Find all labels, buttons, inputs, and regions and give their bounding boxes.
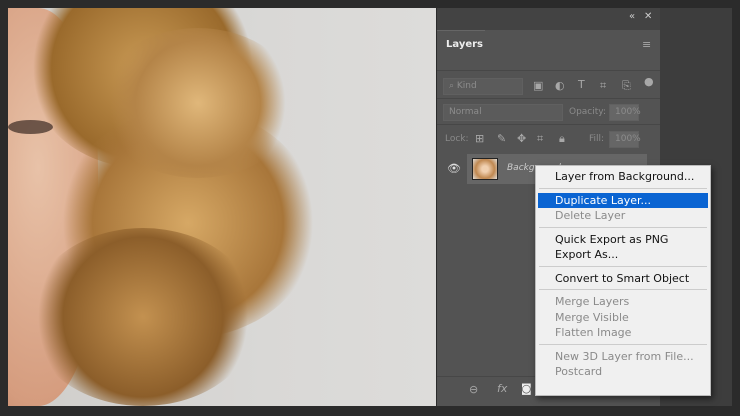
panel-menu-icon[interactable]: ≡	[642, 38, 651, 51]
panel-header: « ✕	[437, 8, 660, 30]
menu-separator	[539, 343, 707, 345]
visibility-eye-icon[interactable]: 👁︎	[447, 162, 461, 175]
menu-separator	[539, 226, 707, 228]
adjustment-filter-icon[interactable]: ◐	[555, 79, 565, 92]
lock-label: Lock:	[445, 134, 469, 144]
menu-item-delete-layer[interactable]: Delete Layer	[536, 208, 710, 224]
menu-item-merge-visible[interactable]: Merge Visible	[536, 310, 710, 326]
menu-item-export-as[interactable]: Export As...	[536, 247, 710, 263]
menu-item-merge-layers[interactable]: Merge Layers	[536, 294, 710, 310]
lock-paint-icon[interactable]: ✎	[497, 132, 506, 145]
add-mask-icon[interactable]: ◙	[521, 382, 532, 395]
lock-position-icon[interactable]: ✥	[517, 132, 526, 145]
collapse-icon[interactable]: «	[629, 11, 635, 22]
link-layers-icon[interactable]: ⊖	[469, 383, 478, 396]
menu-separator	[539, 265, 707, 267]
lock-artboard-icon[interactable]: ⌗	[537, 132, 543, 146]
kind-label: Kind	[456, 81, 477, 91]
canvas-photo	[8, 8, 436, 406]
layer-context-menu: Layer from Background... Duplicate Layer.…	[535, 165, 711, 396]
fill-label: Fill:	[589, 134, 605, 144]
menu-item-flatten-image[interactable]: Flatten Image	[536, 325, 710, 341]
image-filter-icon[interactable]: ▣	[533, 79, 543, 92]
menu-item-layer-from-background[interactable]: Layer from Background...	[536, 169, 710, 185]
close-icon[interactable]: ✕	[644, 11, 652, 22]
filter-toggle-icon[interactable]: ●	[644, 75, 654, 88]
eye	[8, 120, 53, 134]
menu-item-new-3d-layer-from-file[interactable]: New 3D Layer from File...	[536, 349, 710, 365]
menu-separator	[539, 187, 707, 189]
lock-all-icon[interactable]: 🔒︎	[559, 132, 565, 146]
menu-item-duplicate-layer[interactable]: Duplicate Layer...	[538, 192, 708, 208]
shape-filter-icon[interactable]: ⌗	[600, 79, 606, 93]
opacity-label: Opacity:	[569, 107, 606, 117]
kind-filter[interactable]: ⌕ Kind	[443, 78, 523, 95]
blend-mode-select[interactable]: Normal	[443, 104, 563, 121]
menu-item-postcard[interactable]: Postcard	[536, 364, 710, 380]
lock-transparent-icon[interactable]: ⊞	[475, 132, 484, 145]
fill-input[interactable]: 100%	[609, 131, 641, 148]
fx-icon[interactable]: fx	[497, 382, 507, 395]
hair	[28, 228, 258, 406]
type-filter-icon[interactable]: T	[578, 78, 585, 91]
smart-object-filter-icon[interactable]: ⎘	[622, 79, 631, 93]
menu-separator	[539, 289, 707, 290]
opacity-input[interactable]: 100%	[609, 104, 641, 121]
menu-item-quick-export-as-png[interactable]: Quick Export as PNG	[536, 232, 710, 248]
hair	[98, 28, 298, 178]
tab-layers[interactable]: Layers	[437, 30, 485, 58]
layer-thumbnail	[472, 158, 498, 180]
menu-item-convert-to-smart-object[interactable]: Convert to Smart Object	[536, 271, 710, 287]
